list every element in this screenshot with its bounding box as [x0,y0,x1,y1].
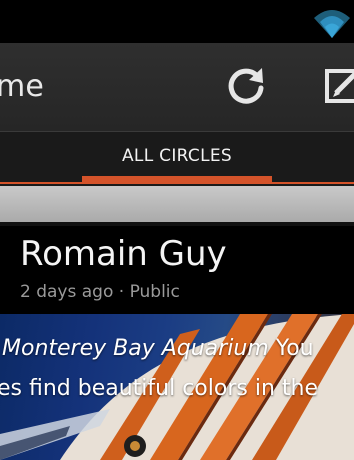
action-bar: me [0,43,354,131]
status-bar [0,0,354,43]
tab-all-circles[interactable]: ALL CIRCLES [0,146,354,166]
active-tab-indicator [82,176,272,184]
post-meta: 2 days ago · Public [20,282,180,302]
caption-location[interactable]: Monterey Bay Aquarium [2,336,269,361]
post-author[interactable]: Romain Guy [20,234,227,274]
wifi-icon [314,10,350,38]
page-title: me [0,69,45,104]
post-photo[interactable]: Monterey Bay Aquarium You es find beauti… [0,314,354,460]
caption-tail: You [275,336,314,361]
compose-icon[interactable] [318,63,354,109]
post-caption-line1: Monterey Bay Aquarium You [2,336,314,361]
tab-bar: ALL CIRCLES [0,131,354,186]
refresh-icon[interactable] [224,63,270,109]
post-header[interactable]: Romain Guy 2 days ago · Public [0,226,354,314]
post-caption-line2: es find beautiful colors in the [0,376,318,401]
stream-separator [0,186,354,222]
